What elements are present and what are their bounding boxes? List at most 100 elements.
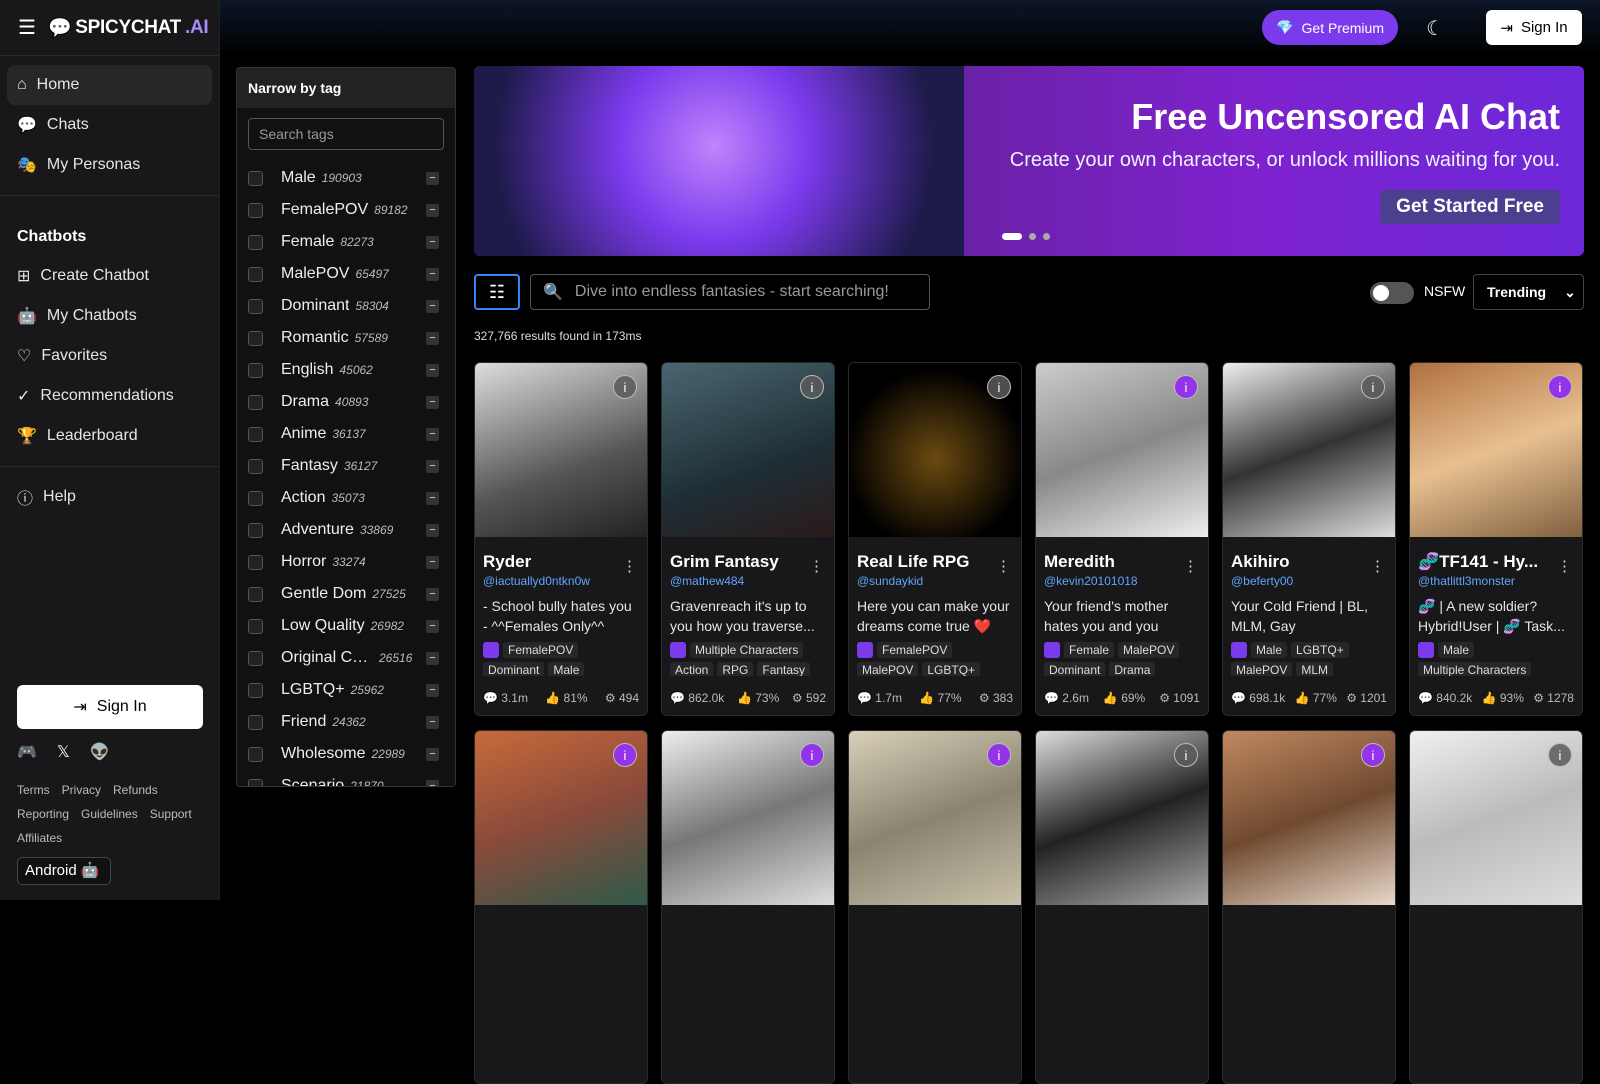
card-tag[interactable]: Female bbox=[1064, 642, 1115, 658]
card-tag[interactable]: Multiple Characters bbox=[690, 642, 804, 658]
reddit-icon[interactable]: 👽 bbox=[90, 742, 110, 762]
more-options-icon[interactable]: ⋮ bbox=[1183, 557, 1198, 575]
tag-row[interactable]: Horror 33274 − bbox=[237, 546, 455, 578]
more-options-icon[interactable]: ⋮ bbox=[622, 557, 637, 575]
character-card[interactable]: i Grim Fantasy ⋮ @mathew484 Gravenreach … bbox=[661, 362, 835, 716]
sidebar-sign-in-button[interactable]: ⇥ Sign In bbox=[17, 685, 203, 729]
footer-link[interactable]: Privacy bbox=[62, 783, 101, 797]
tag-row[interactable]: Original Ch... 26516− bbox=[237, 642, 455, 674]
character-card[interactable]: i Akihiro ⋮ @beferty00 Your Cold Friend … bbox=[1222, 362, 1396, 716]
get-started-button[interactable]: Get Started Free bbox=[1380, 190, 1560, 224]
tag-row[interactable]: FemalePOV 89182 − bbox=[237, 194, 455, 226]
info-icon[interactable]: i bbox=[1548, 743, 1572, 767]
info-icon[interactable]: i bbox=[613, 375, 637, 399]
tag-checkbox[interactable] bbox=[248, 586, 263, 602]
card-tag[interactable]: Male bbox=[1438, 642, 1475, 658]
exclude-tag-button[interactable]: − bbox=[426, 204, 439, 217]
sidebar-item-my-personas[interactable]: 🎭 My Personas bbox=[7, 145, 212, 185]
sidebar-item-chats[interactable]: 💬 Chats bbox=[7, 105, 212, 145]
info-icon[interactable]: i bbox=[1361, 375, 1385, 399]
character-card[interactable]: i Ryder ⋮ @iactuallyd0ntkn0w - School bu… bbox=[474, 362, 648, 716]
info-icon[interactable]: i bbox=[613, 743, 637, 767]
tag-checkbox[interactable] bbox=[248, 490, 263, 506]
sidebar-item-recommendations[interactable]: ✓ Recommendations bbox=[7, 376, 212, 416]
exclude-tag-button[interactable]: − bbox=[426, 748, 439, 761]
tag-checkbox[interactable] bbox=[248, 170, 263, 186]
tag-checkbox[interactable] bbox=[248, 426, 263, 442]
exclude-tag-button[interactable]: − bbox=[426, 428, 439, 441]
character-card[interactable]: i bbox=[661, 730, 835, 1084]
tag-checkbox[interactable] bbox=[248, 458, 263, 474]
menu-icon[interactable]: ☰ bbox=[18, 15, 36, 40]
footer-link[interactable]: Support bbox=[150, 807, 192, 821]
more-options-icon[interactable]: ⋮ bbox=[996, 557, 1011, 575]
tag-checkbox[interactable] bbox=[248, 650, 263, 666]
android-badge[interactable]: Android 🤖 bbox=[17, 857, 111, 885]
character-card[interactable]: i 🧬TF141 - Hy... ⋮ @thatlittl3monster 🧬 … bbox=[1409, 362, 1583, 716]
character-card[interactable]: i Meredith ⋮ @kevin20101018 Your friend'… bbox=[1035, 362, 1209, 716]
sidebar-item-create-chatbot[interactable]: ⊞ Create Chatbot bbox=[7, 256, 212, 296]
exclude-tag-button[interactable]: − bbox=[426, 620, 439, 633]
character-card[interactable]: i bbox=[1222, 730, 1396, 1084]
tag-checkbox[interactable] bbox=[248, 778, 263, 786]
card-tag[interactable]: FemalePOV bbox=[503, 642, 579, 658]
exclude-tag-button[interactable]: − bbox=[426, 172, 439, 185]
footer-link[interactable]: Refunds bbox=[113, 783, 158, 797]
footer-link[interactable]: Guidelines bbox=[81, 807, 138, 821]
card-tag[interactable]: Dominant bbox=[483, 662, 545, 676]
sidebar-item-favorites[interactable]: ♡ Favorites bbox=[7, 336, 212, 376]
get-premium-button[interactable]: 💎 Get Premium bbox=[1262, 10, 1398, 45]
character-card[interactable]: i Real Life RPG ⋮ @sundaykid Here you ca… bbox=[848, 362, 1022, 716]
hero-banner[interactable]: Free Uncensored AI Chat Create your own … bbox=[474, 66, 1584, 256]
carousel-dot[interactable] bbox=[1029, 233, 1036, 240]
info-icon[interactable]: i bbox=[1548, 375, 1572, 399]
tag-row[interactable]: Scenario 21870 − bbox=[237, 770, 455, 786]
moon-icon[interactable]: ☾ bbox=[1426, 16, 1444, 41]
top-sign-in-button[interactable]: ⇥ Sign In bbox=[1486, 10, 1582, 45]
exclude-tag-button[interactable]: − bbox=[426, 460, 439, 473]
card-tag[interactable]: Multiple Characters bbox=[1418, 662, 1532, 676]
tag-row[interactable]: English 45062 − bbox=[237, 354, 455, 386]
tag-checkbox[interactable] bbox=[248, 298, 263, 314]
card-tag[interactable]: MalePOV bbox=[857, 662, 919, 676]
card-tag[interactable]: Dominant bbox=[1044, 662, 1106, 676]
card-tag[interactable]: MalePOV bbox=[1231, 662, 1293, 676]
character-card[interactable]: i bbox=[1035, 730, 1209, 1084]
card-tag[interactable]: MLM bbox=[1296, 662, 1334, 676]
tag-checkbox[interactable] bbox=[248, 362, 263, 378]
exclude-tag-button[interactable]: − bbox=[426, 300, 439, 313]
info-icon[interactable]: i bbox=[1174, 743, 1198, 767]
card-tag[interactable]: Male bbox=[548, 662, 585, 676]
exclude-tag-button[interactable]: − bbox=[426, 716, 439, 729]
tag-row[interactable]: Dominant 58304 − bbox=[237, 290, 455, 322]
sidebar-item-leaderboard[interactable]: 🏆 Leaderboard bbox=[7, 416, 212, 456]
footer-link[interactable]: Affiliates bbox=[17, 831, 62, 845]
footer-link[interactable]: Reporting bbox=[17, 807, 69, 821]
tag-row[interactable]: Wholesome 22989 − bbox=[237, 738, 455, 770]
card-tag[interactable]: Action bbox=[670, 662, 714, 676]
card-tag[interactable]: MalePOV bbox=[1118, 642, 1180, 658]
tag-row[interactable]: Drama 40893 − bbox=[237, 386, 455, 418]
card-tag[interactable]: LGBTQ+ bbox=[1291, 642, 1349, 658]
tag-row[interactable]: Low Quality 26982 − bbox=[237, 610, 455, 642]
card-tag[interactable]: LGBTQ+ bbox=[922, 662, 981, 676]
tag-row[interactable]: LGBTQ+ 25962 − bbox=[237, 674, 455, 706]
more-options-icon[interactable]: ⋮ bbox=[809, 557, 824, 575]
exclude-tag-button[interactable]: − bbox=[426, 492, 439, 505]
nsfw-toggle[interactable] bbox=[1370, 282, 1414, 304]
info-icon[interactable]: i bbox=[1361, 743, 1385, 767]
card-tag[interactable]: FemalePOV bbox=[877, 642, 953, 658]
exclude-tag-button[interactable]: − bbox=[426, 652, 439, 665]
tag-row[interactable]: Adventure 33869 − bbox=[237, 514, 455, 546]
exclude-tag-button[interactable]: − bbox=[426, 364, 439, 377]
info-icon[interactable]: i bbox=[987, 375, 1011, 399]
tag-checkbox[interactable] bbox=[248, 234, 263, 250]
card-tag[interactable]: Fantasy bbox=[757, 662, 811, 676]
tag-row[interactable]: MalePOV 65497 − bbox=[237, 258, 455, 290]
exclude-tag-button[interactable]: − bbox=[426, 396, 439, 409]
exclude-tag-button[interactable]: − bbox=[426, 684, 439, 697]
character-card[interactable]: i bbox=[848, 730, 1022, 1084]
carousel-dot[interactable] bbox=[1043, 233, 1050, 240]
filter-button[interactable]: ☷ bbox=[474, 274, 520, 310]
tag-row[interactable]: Anime 36137 − bbox=[237, 418, 455, 450]
